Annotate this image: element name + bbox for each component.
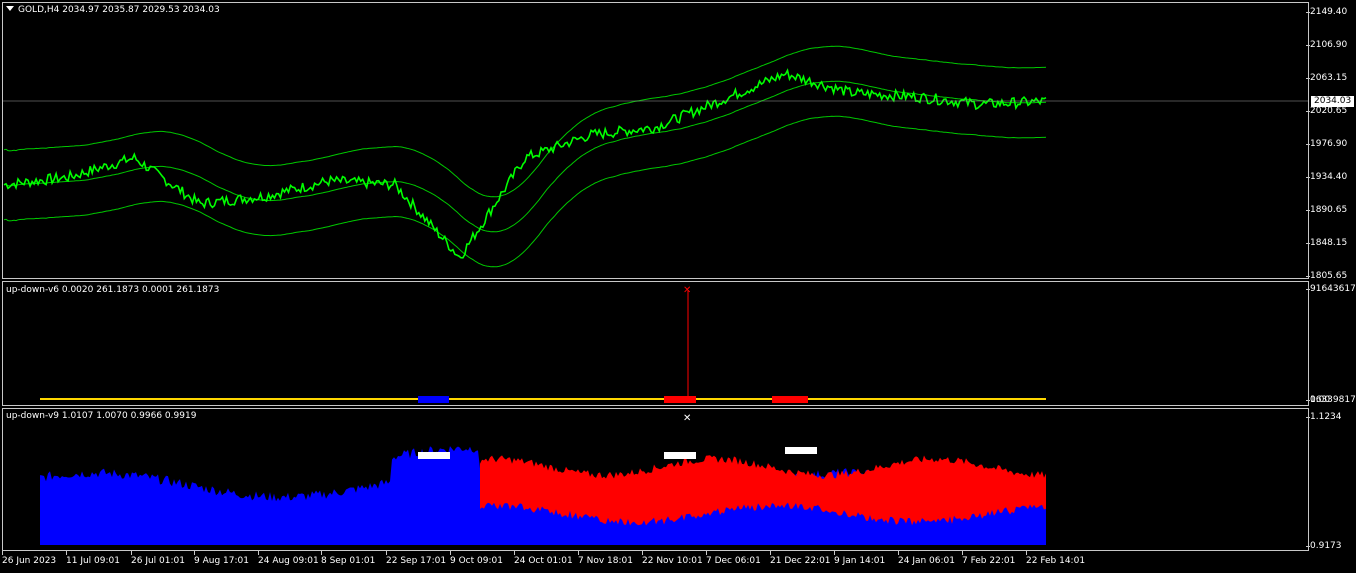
current-price-tag: 2034.03 bbox=[1311, 96, 1355, 107]
v6-spike-marker: ✕ bbox=[683, 285, 691, 296]
time-tick-label: 8 Sep 01:01 bbox=[321, 556, 376, 566]
v9-scale-bottom: 0.9173 bbox=[1306, 541, 1342, 551]
time-tick-label: 22 Feb 14:01 bbox=[1026, 556, 1086, 566]
indicator-v6-title: up-down-v6 0.0020 261.1873 0.0001 261.18… bbox=[6, 285, 220, 295]
v9-marker-cluster bbox=[664, 452, 696, 459]
time-tick-mark bbox=[514, 551, 515, 555]
chart-title[interactable]: GOLD,H4 2034.97 2035.87 2029.53 2034.03 bbox=[6, 5, 220, 16]
v9-marker-cluster bbox=[418, 452, 450, 459]
time-tick-label: 7 Feb 22:01 bbox=[962, 556, 1016, 566]
price-tick-label: 1934.40 bbox=[1305, 172, 1348, 182]
time-tick-label: 9 Oct 09:01 bbox=[450, 556, 503, 566]
time-tick-label: 9 Jan 14:01 bbox=[834, 556, 886, 566]
price-tick-label: 1848.15 bbox=[1305, 238, 1348, 248]
middle-band-line bbox=[3, 80, 1047, 233]
time-tick-label: 26 Jun 2023 bbox=[2, 556, 57, 566]
time-tick-mark bbox=[321, 551, 322, 555]
time-tick-mark bbox=[706, 551, 707, 555]
time-tick-mark bbox=[578, 551, 579, 555]
time-tick-label: 22 Sep 17:01 bbox=[386, 556, 447, 566]
time-tick-label: 24 Aug 09:01 bbox=[258, 556, 319, 566]
v9-spike-marker: ✕ bbox=[683, 413, 691, 424]
time-tick-label: 21 Dec 22:01 bbox=[770, 556, 831, 566]
v6-scale-top: 91643617 bbox=[1306, 284, 1356, 294]
time-tick-mark bbox=[386, 551, 387, 555]
time-tick-label: 9 Aug 17:01 bbox=[194, 556, 249, 566]
v6-scale-bottom: 0.00 bbox=[1305, 395, 1331, 405]
price-tick-label: 2020.65 bbox=[1305, 106, 1348, 116]
time-tick-mark bbox=[770, 551, 771, 555]
price-tick-label: 1890.65 bbox=[1305, 205, 1348, 215]
time-tick-label: 22 Nov 10:01 bbox=[642, 556, 703, 566]
time-tick-label: 7 Dec 06:01 bbox=[706, 556, 761, 566]
indicator-v9-title: up-down-v9 1.0107 1.0070 0.9966 0.9919 bbox=[6, 411, 197, 421]
time-tick-mark bbox=[131, 551, 132, 555]
chart-title-text: GOLD,H4 2034.97 2035.87 2029.53 2034.03 bbox=[18, 5, 220, 15]
price-tick-label: 1976.90 bbox=[1305, 139, 1348, 149]
time-tick-label: 7 Nov 18:01 bbox=[578, 556, 633, 566]
v9-scale-top: 1.1234 bbox=[1306, 412, 1342, 422]
price-tick-label: 2149.40 bbox=[1305, 7, 1348, 17]
down-triangle-icon[interactable] bbox=[6, 6, 14, 11]
time-tick-mark bbox=[642, 551, 643, 555]
v6-down-block bbox=[664, 396, 696, 403]
price-line bbox=[3, 68, 1047, 259]
price-tick-label: 2063.15 bbox=[1305, 73, 1348, 83]
time-tick-label: 26 Jul 01:01 bbox=[131, 556, 185, 566]
time-tick-label: 24 Oct 01:01 bbox=[514, 556, 573, 566]
time-tick-mark bbox=[898, 551, 899, 555]
time-tick-label: 24 Jan 06:01 bbox=[898, 556, 955, 566]
price-tick-label: 1805.65 bbox=[1305, 271, 1348, 281]
time-tick-mark bbox=[258, 551, 259, 555]
v6-down-block bbox=[772, 396, 808, 403]
price-tick-label: 2106.90 bbox=[1305, 40, 1348, 50]
time-tick-mark bbox=[194, 551, 195, 555]
time-tick-mark bbox=[1026, 551, 1027, 555]
time-tick-mark bbox=[834, 551, 835, 555]
time-tick-mark bbox=[2, 551, 3, 555]
v9-marker-cluster bbox=[785, 447, 817, 454]
time-tick-mark bbox=[66, 551, 67, 555]
time-tick-mark bbox=[962, 551, 963, 555]
v6-up-block bbox=[418, 396, 449, 403]
time-tick-mark bbox=[450, 551, 451, 555]
time-tick-label: 11 Jul 09:01 bbox=[66, 556, 120, 566]
lower-band-line bbox=[3, 115, 1047, 268]
